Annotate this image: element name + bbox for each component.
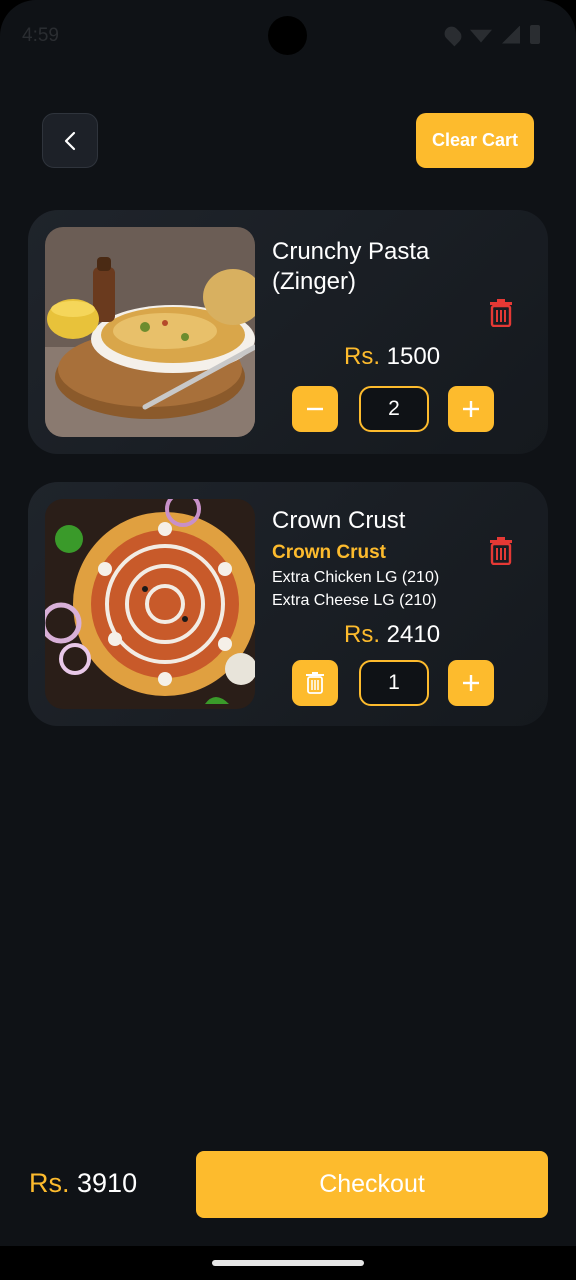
item-variant: Crown Crust [272, 542, 386, 563]
camera-cutout [268, 16, 307, 55]
item-image-pizza [45, 499, 255, 709]
item-name: Crunchy Pasta (Zinger) [272, 238, 430, 295]
home-indicator[interactable] [212, 1260, 364, 1266]
trash-icon [306, 672, 324, 694]
cart-item: Crunchy Pasta (Zinger) Rs. 1500 2 [28, 210, 548, 454]
cart-screen: 4:59 Clear Cart Crunchy Pasta (Zinger) R… [0, 0, 576, 1280]
trash-icon [490, 299, 512, 327]
increment-quantity-button[interactable] [448, 386, 494, 432]
signal-icon [502, 25, 520, 44]
item-addon: Extra Cheese LG (210) [272, 592, 437, 609]
minus-icon [307, 407, 323, 411]
plus-icon [463, 675, 479, 691]
delete-item-button[interactable] [486, 297, 516, 329]
item-price: Rs. 1500 [344, 343, 441, 370]
chevron-left-icon [64, 131, 76, 150]
trash-icon [490, 537, 512, 565]
quantity-display: 1 [359, 660, 429, 706]
location-icon [441, 23, 465, 46]
item-name: Crown Crust [272, 507, 406, 534]
quantity-display: 2 [359, 386, 429, 432]
item-image-pasta [45, 227, 255, 437]
delete-item-button[interactable] [486, 535, 516, 567]
status-icons [441, 23, 540, 46]
clear-cart-button[interactable]: Clear Cart [416, 113, 534, 168]
increment-quantity-button[interactable] [448, 660, 494, 706]
status-bar: 4:59 [0, 0, 576, 72]
checkout-button[interactable]: Checkout [196, 1151, 548, 1218]
remove-item-button[interactable] [292, 660, 338, 706]
cart-item: Crown Crust Crown Crust Extra Chicken LG… [28, 482, 548, 726]
item-addon: Extra Chicken LG (210) [272, 569, 440, 586]
battery-icon [530, 25, 540, 44]
item-price: Rs. 2410 [344, 621, 441, 648]
wifi-icon [470, 29, 492, 43]
back-button[interactable] [42, 113, 98, 168]
plus-icon [463, 401, 479, 417]
status-time: 4:59 [22, 25, 59, 46]
decrement-quantity-button[interactable] [292, 386, 338, 432]
cart-total: Rs. 3910 [29, 1168, 138, 1198]
